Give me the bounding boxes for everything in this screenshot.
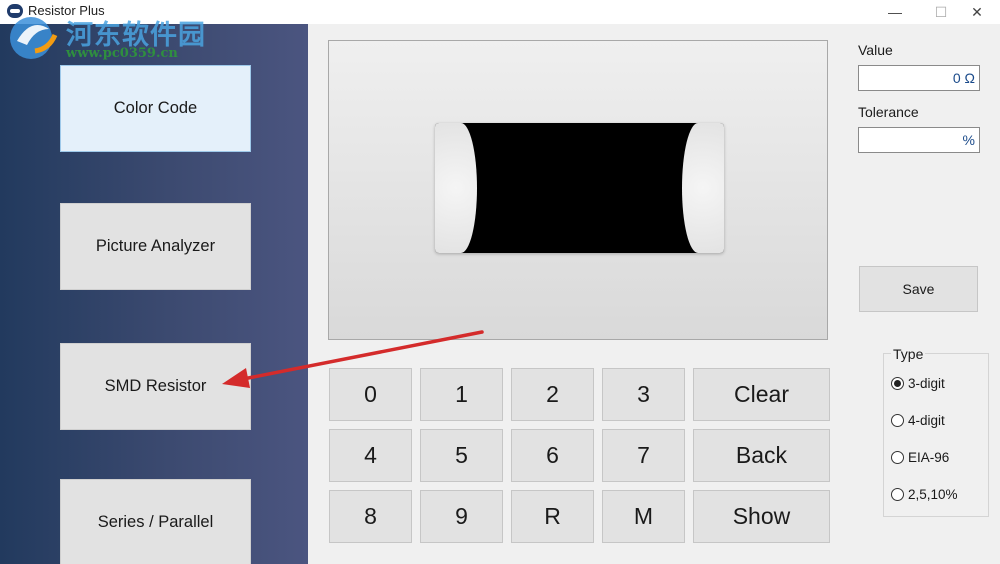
radio-unchecked-icon [891, 451, 904, 464]
key-3[interactable]: 3 [602, 368, 685, 421]
sidebar-item-label: Picture Analyzer [95, 237, 216, 255]
radio-3-digit[interactable]: 3-digit [891, 376, 945, 391]
radio-label: 4-digit [908, 413, 945, 428]
value-field[interactable]: 0 Ω [858, 65, 980, 91]
close-icon[interactable]: ✕ [954, 0, 1000, 24]
watermark-logo [10, 17, 58, 59]
sidebar-item-color-code[interactable]: Color Code [60, 65, 251, 152]
watermark-url: www.pc0359.cn [66, 46, 178, 61]
key-1[interactable]: 1 [420, 368, 503, 421]
tolerance-field[interactable]: % [858, 127, 980, 153]
sidebar-item-picture-analyzer[interactable]: Picture Analyzer [60, 203, 251, 290]
smd-right-terminal [682, 123, 724, 253]
key-5[interactable]: 5 [420, 429, 503, 482]
sidebar-item-series-parallel[interactable]: Series / Parallel [60, 479, 251, 564]
value-label: Value [858, 42, 893, 58]
key-2[interactable]: 2 [511, 368, 594, 421]
sidebar-item-smd-resistor[interactable]: SMD Resistor [60, 343, 251, 430]
radio-tolerance-percent[interactable]: 2,5,10% [891, 487, 958, 502]
tolerance-label: Tolerance [858, 104, 919, 120]
resistor-preview [328, 40, 828, 340]
minimize-icon[interactable]: — [872, 0, 918, 24]
radio-eia-96[interactable]: EIA-96 [891, 450, 949, 465]
key-6[interactable]: 6 [511, 429, 594, 482]
key-r[interactable]: R [511, 490, 594, 543]
type-group-label: Type [891, 346, 926, 362]
save-button[interactable]: Save [859, 266, 978, 312]
show-button[interactable]: Show [693, 490, 830, 543]
radio-unchecked-icon [891, 488, 904, 501]
back-button[interactable]: Back [693, 429, 830, 482]
key-m[interactable]: M [602, 490, 685, 543]
radio-label: EIA-96 [908, 450, 950, 465]
smd-resistor-body [435, 123, 724, 253]
key-4[interactable]: 4 [329, 429, 412, 482]
radio-label: 3-digit [908, 376, 945, 391]
radio-checked-icon [891, 377, 904, 390]
radio-4-digit[interactable]: 4-digit [891, 413, 945, 428]
sidebar-item-label: SMD Resistor [104, 377, 207, 395]
key-0[interactable]: 0 [329, 368, 412, 421]
radio-label: 2,5,10% [908, 487, 958, 502]
sidebar-item-label: Color Code [113, 99, 198, 117]
sidebar-item-label: Series / Parallel [97, 513, 214, 531]
clear-button[interactable]: Clear [693, 368, 830, 421]
radio-unchecked-icon [891, 414, 904, 427]
smd-left-terminal [435, 123, 477, 253]
key-7[interactable]: 7 [602, 429, 685, 482]
key-9[interactable]: 9 [420, 490, 503, 543]
key-8[interactable]: 8 [329, 490, 412, 543]
